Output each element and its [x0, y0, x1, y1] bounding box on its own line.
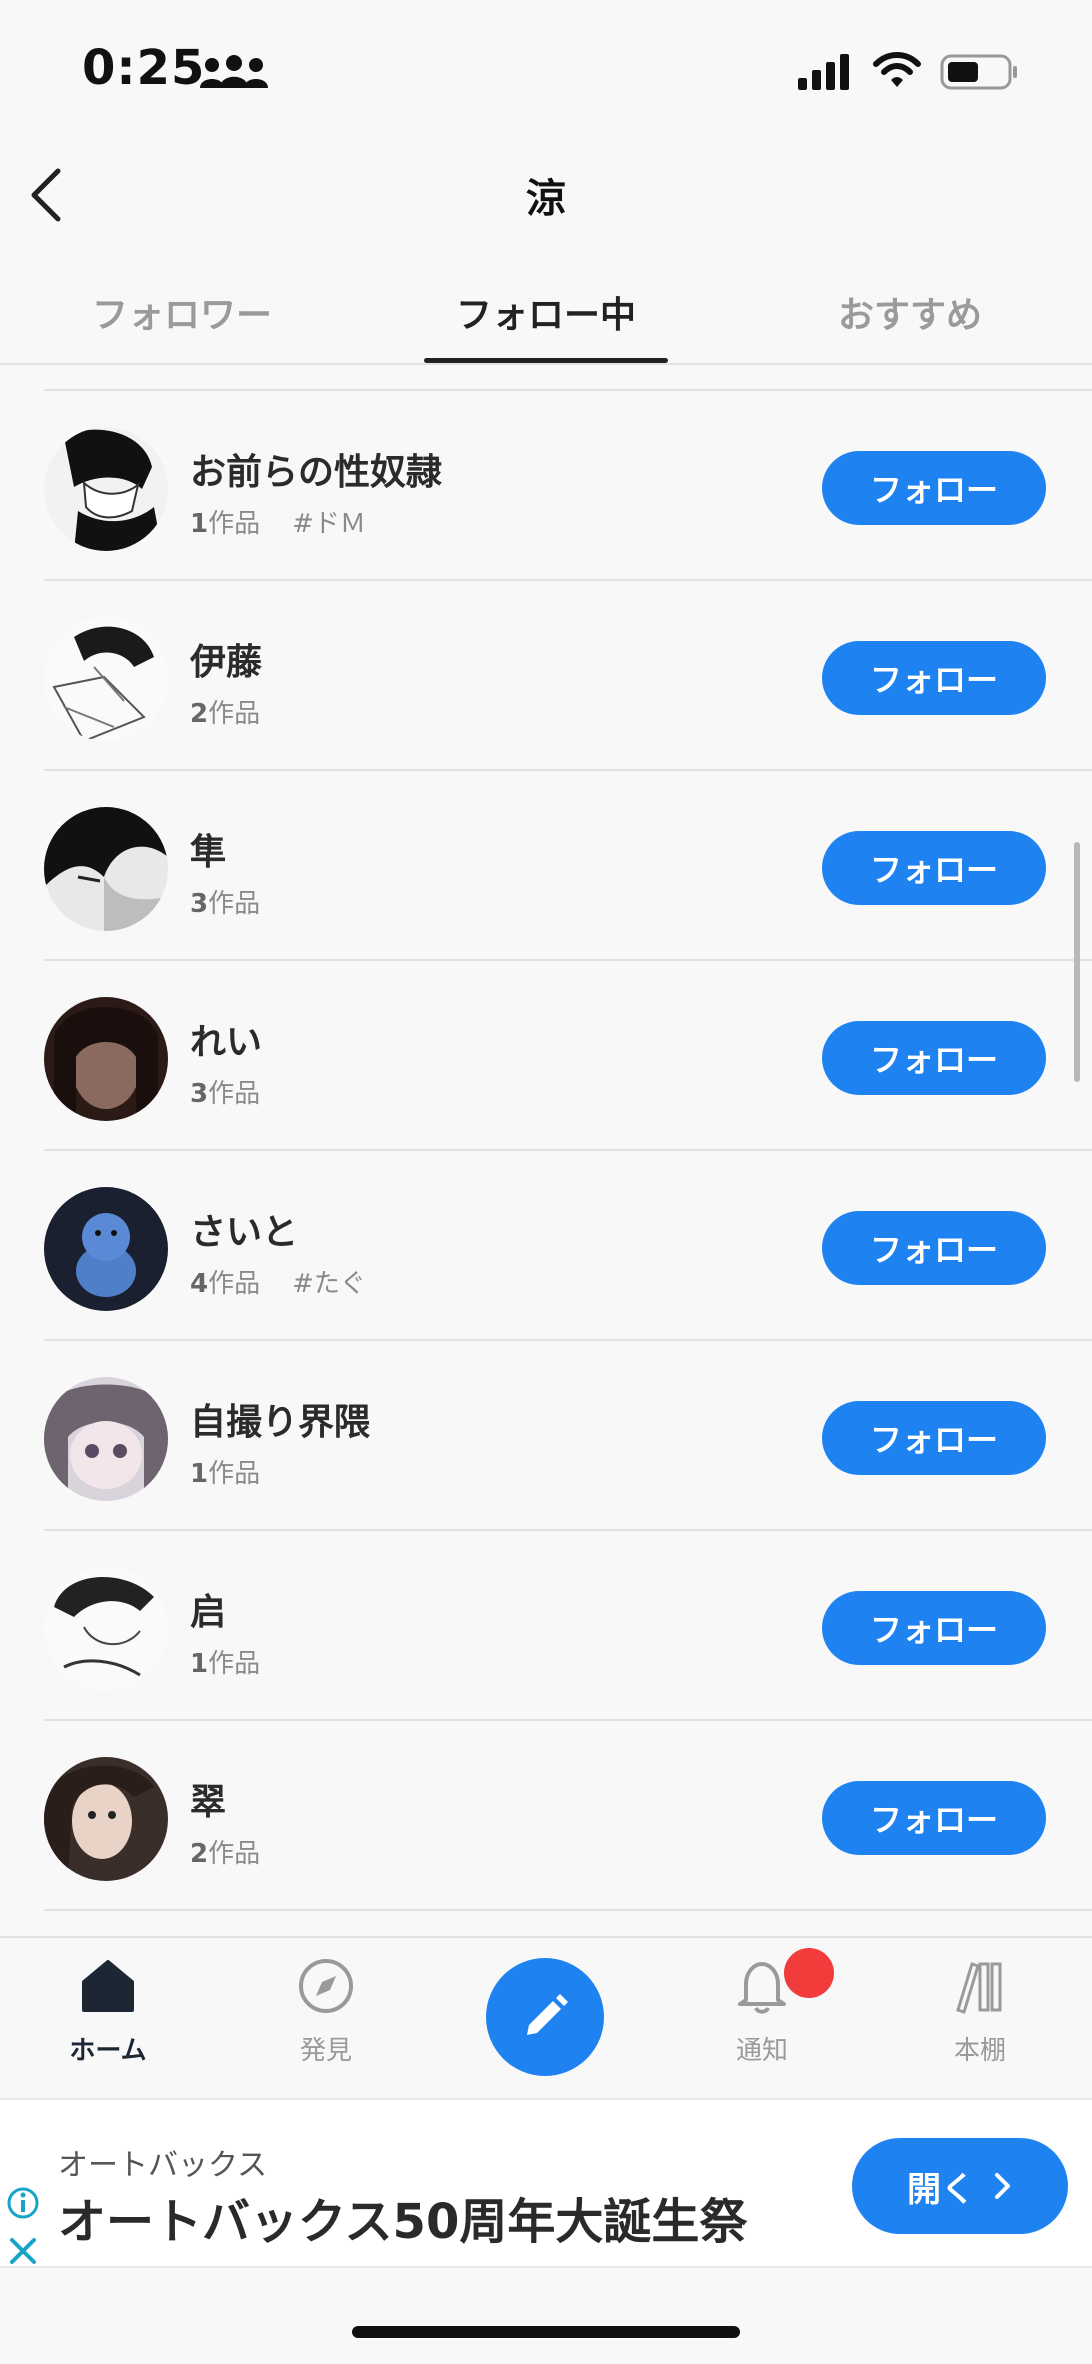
- avatar[interactable]: [44, 1757, 168, 1881]
- follow-button[interactable]: フォロー: [822, 641, 1046, 715]
- list-item[interactable]: さいと 4作品 #たぐ フォロー: [0, 1151, 1092, 1341]
- avatar[interactable]: [44, 1377, 168, 1501]
- user-tag[interactable]: #ドＭ: [292, 509, 366, 539]
- signal-icon: [798, 54, 849, 90]
- tab-followers[interactable]: フォロワー: [32, 286, 332, 338]
- avatar[interactable]: [44, 1567, 168, 1691]
- header: 涼: [0, 140, 1092, 250]
- nav-bookshelf[interactable]: 本棚: [910, 1956, 1050, 2086]
- user-meta: 1作品 #ドＭ: [190, 503, 366, 540]
- ad-advertiser: オートバックス: [58, 2148, 268, 2183]
- nav-home[interactable]: ホーム: [38, 1956, 178, 2086]
- tab-bar: フォロワー フォロー中 おすすめ: [0, 250, 1092, 365]
- user-name: さいと: [190, 1212, 299, 1253]
- avatar[interactable]: [44, 997, 168, 1121]
- active-tab-indicator: [424, 358, 668, 363]
- pencil-icon: [527, 1994, 568, 2035]
- work-unit: 作品: [208, 1079, 261, 1109]
- work-count: 1: [190, 1649, 209, 1679]
- tab-following[interactable]: フォロー中: [396, 286, 696, 338]
- work-count: 3: [190, 1079, 209, 1109]
- work-unit: 作品: [208, 509, 261, 539]
- avatar[interactable]: [44, 427, 168, 551]
- work-unit: 作品: [208, 699, 261, 729]
- ad-headline: オートバックス50周年大誕生祭: [58, 2194, 748, 2250]
- notification-badge: [784, 1948, 834, 1998]
- avatar[interactable]: [44, 617, 168, 741]
- work-unit: 作品: [208, 1269, 261, 1299]
- work-unit: 作品: [208, 1649, 261, 1679]
- follow-button[interactable]: フォロー: [822, 1781, 1046, 1855]
- user-meta: 1作品: [190, 1643, 260, 1680]
- user-name: 自撮り界隈: [190, 1402, 371, 1443]
- user-name: 隼: [190, 832, 227, 873]
- list-item[interactable]: 启 1作品 フォロー: [0, 1531, 1092, 1721]
- follow-button[interactable]: フォロー: [822, 1021, 1046, 1095]
- follow-button[interactable]: フォロー: [822, 831, 1046, 905]
- follow-button[interactable]: フォロー: [822, 451, 1046, 525]
- user-meta: 2作品: [190, 693, 260, 730]
- user-meta: 3作品: [190, 883, 260, 920]
- work-count: 3: [190, 889, 209, 919]
- nav-discover-label: 発見: [299, 2036, 352, 2066]
- divider: [44, 1909, 1092, 1911]
- work-count: 2: [190, 1839, 209, 1869]
- screen: 0:25 涼 フォロワー フォロー中 おすすめ お前らの性奴隷 1作品 #ドＭ …: [0, 0, 1092, 2364]
- user-name: 伊藤: [190, 642, 263, 683]
- avatar[interactable]: [44, 807, 168, 931]
- avatar[interactable]: [44, 1187, 168, 1311]
- user-meta: 3作品: [190, 1073, 260, 1110]
- user-meta: 4作品 #たぐ: [190, 1263, 366, 1300]
- user-name: 翠: [190, 1782, 227, 1823]
- people-icon: [200, 55, 268, 88]
- work-unit: 作品: [208, 1839, 261, 1869]
- nav-notifications-label: 通知: [735, 2036, 788, 2066]
- work-count: 4: [190, 1269, 209, 1299]
- list-item[interactable]: お前らの性奴隷 1作品 #ドＭ フォロー: [0, 391, 1092, 581]
- user-meta: 2作品: [190, 1833, 260, 1870]
- tab-recommended[interactable]: おすすめ: [760, 286, 1060, 338]
- status-bar: 0:25: [0, 0, 1092, 140]
- user-name: 启: [190, 1592, 227, 1633]
- work-unit: 作品: [208, 889, 261, 919]
- ad-banner[interactable]: オートバックス オートバックス50周年大誕生祭 開く: [0, 2098, 1092, 2268]
- work-count: 2: [190, 699, 209, 729]
- work-count: 1: [190, 1459, 209, 1489]
- follow-button[interactable]: フォロー: [822, 1401, 1046, 1475]
- battery-icon: [940, 54, 1017, 90]
- ad-open-button[interactable]: 開く: [852, 2138, 1068, 2234]
- list-item[interactable]: れい 3作品 フォロー: [0, 961, 1092, 1151]
- home-indicator[interactable]: [352, 2326, 740, 2338]
- info-icon[interactable]: [6, 2186, 40, 2220]
- user-tag[interactable]: #たぐ: [292, 1269, 366, 1299]
- nav-home-label: ホーム: [69, 2036, 147, 2066]
- compose-button[interactable]: [486, 1958, 604, 2076]
- follow-button[interactable]: フォロー: [822, 1591, 1046, 1665]
- close-icon[interactable]: [8, 2236, 38, 2266]
- user-name: れい: [190, 1022, 263, 1063]
- bookshelf-icon: [956, 1962, 1002, 2014]
- bottom-nav: ホーム 発見 通知 本棚: [0, 1936, 1092, 2098]
- user-meta: 1作品: [190, 1453, 260, 1490]
- ad-open-label: 開く: [907, 2169, 975, 2210]
- home-icon: [82, 1960, 134, 2012]
- chevron-right-icon: [995, 2173, 1010, 2199]
- list-item[interactable]: 隼 3作品 フォロー: [0, 771, 1092, 961]
- status-time: 0:25: [82, 40, 206, 96]
- wifi-icon: [873, 52, 921, 87]
- nav-bookshelf-label: 本棚: [953, 2036, 1006, 2066]
- list-item[interactable]: 翠 2作品 フォロー: [0, 1721, 1092, 1911]
- work-count: 1: [190, 509, 209, 539]
- bell-icon: [738, 1962, 786, 2014]
- work-unit: 作品: [208, 1459, 261, 1489]
- scrollbar[interactable]: [1074, 842, 1080, 1082]
- compass-icon: [299, 1959, 353, 2013]
- list-item[interactable]: 自撮り界隈 1作品 フォロー: [0, 1341, 1092, 1531]
- follow-button[interactable]: フォロー: [822, 1211, 1046, 1285]
- page-title: 涼: [526, 176, 566, 222]
- user-name: お前らの性奴隷: [190, 452, 443, 493]
- list-item[interactable]: 伊藤 2作品 フォロー: [0, 581, 1092, 771]
- nav-discover[interactable]: 発見: [256, 1956, 396, 2086]
- following-list[interactable]: お前らの性奴隷 1作品 #ドＭ フォロー 伊藤 2作品 フォロー 隼 3作品 フ…: [0, 367, 1092, 1939]
